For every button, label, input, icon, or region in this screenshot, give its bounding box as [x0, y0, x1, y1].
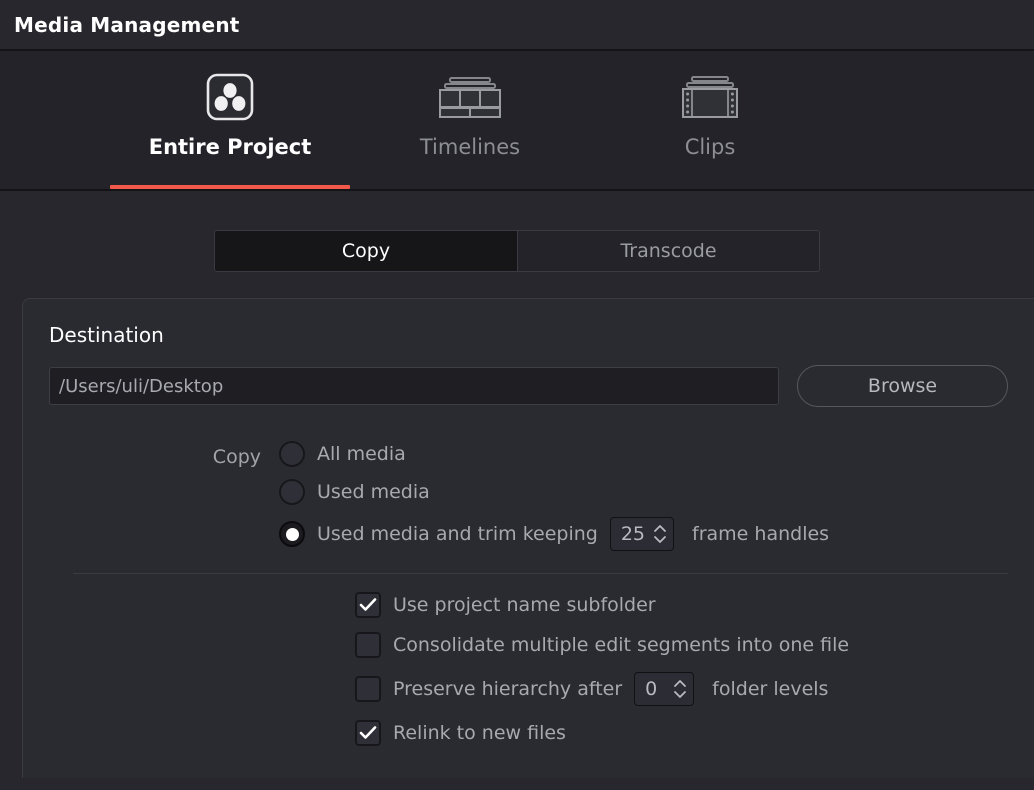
radio-row-used-media[interactable]: Used media: [279, 479, 835, 505]
tab-active-indicator: [110, 185, 350, 189]
copy-options-group: Copy All media Used media Used media and…: [49, 441, 1008, 551]
resolve-logo-icon: [206, 67, 254, 127]
window-title: Media Management: [14, 12, 240, 37]
copy-checkbox-list: Use project name subfolder Consolidate m…: [49, 592, 1008, 746]
chevron-up-icon: [654, 525, 666, 532]
browse-button[interactable]: Browse: [797, 365, 1008, 407]
destination-path-input[interactable]: /Users/uli/Desktop: [49, 367, 779, 405]
mode-transcode-button[interactable]: Transcode: [517, 231, 819, 271]
radio-all-media[interactable]: [279, 441, 305, 467]
checkbox-use-project-name-subfolder-label: Use project name subfolder: [393, 594, 656, 616]
checkbox-row-relink[interactable]: Relink to new files: [355, 720, 1008, 746]
checkbox-row-preserve-hierarchy[interactable]: Preserve hierarchy after 0 folder levels: [355, 672, 1008, 706]
radio-used-media[interactable]: [279, 479, 305, 505]
tab-entire-project[interactable]: Entire Project: [110, 51, 350, 189]
mode-segmented-control: Copy Transcode: [214, 230, 820, 272]
clips-icon: [679, 67, 741, 127]
copy-options-list: All media Used media Used media and trim…: [279, 441, 835, 551]
frame-handles-suffix-label: frame handles: [692, 523, 830, 545]
checkbox-preserve-hierarchy-label: Preserve hierarchy after: [393, 678, 623, 700]
chevron-down-icon: [674, 691, 687, 698]
folder-levels-stepper-arrows[interactable]: [673, 679, 687, 699]
tab-timelines-label: Timelines: [419, 135, 521, 159]
radio-row-all-media[interactable]: All media: [279, 441, 835, 467]
mode-copy-button[interactable]: Copy: [215, 231, 517, 271]
checkbox-consolidate-segments[interactable]: [355, 632, 381, 658]
frame-handles-stepper[interactable]: 25: [609, 517, 675, 551]
check-icon: [359, 598, 377, 611]
folder-levels-stepper[interactable]: 0: [634, 672, 695, 706]
check-icon: [359, 726, 377, 739]
checkbox-row-consolidate[interactable]: Consolidate multiple edit segments into …: [355, 632, 1008, 658]
settings-panel: Destination /Users/uli/Desktop Browse Co…: [22, 298, 1034, 778]
chevron-up-icon: [674, 680, 687, 687]
frame-handles-value: 25: [620, 523, 646, 545]
radio-all-media-label: All media: [317, 443, 406, 465]
timelines-icon: [437, 67, 503, 127]
checkbox-row-project-subfolder[interactable]: Use project name subfolder: [355, 592, 1008, 618]
folder-levels-value: 0: [645, 678, 658, 700]
radio-used-media-trim[interactable]: [279, 521, 305, 547]
radio-used-media-label: Used media: [317, 481, 430, 503]
checkbox-use-project-name-subfolder[interactable]: [355, 592, 381, 618]
options-divider: [73, 573, 1008, 574]
tab-timelines[interactable]: Timelines: [350, 51, 590, 189]
destination-section-title: Destination: [49, 323, 164, 347]
chevron-down-icon: [654, 536, 666, 543]
tab-bar: Entire Project Timelines Clips: [0, 51, 1034, 191]
tab-clips-label: Clips: [684, 135, 736, 159]
tab-clips[interactable]: Clips: [590, 51, 830, 189]
folder-levels-suffix-label: folder levels: [712, 678, 829, 700]
checkbox-relink-to-new-files-label: Relink to new files: [393, 722, 566, 744]
mode-selector: Copy Transcode: [0, 191, 1034, 272]
tab-entire-project-label: Entire Project: [148, 135, 312, 159]
destination-row: /Users/uli/Desktop Browse: [49, 365, 1008, 407]
copy-options-label: Copy: [212, 446, 261, 468]
checkbox-consolidate-segments-label: Consolidate multiple edit segments into …: [393, 634, 850, 656]
radio-used-media-trim-label: Used media and trim keeping: [317, 523, 598, 545]
window-titlebar: Media Management: [0, 0, 1034, 51]
frame-handles-stepper-arrows[interactable]: [653, 524, 667, 544]
radio-row-used-media-trim[interactable]: Used media and trim keeping 25 frame han…: [279, 517, 835, 551]
checkbox-preserve-hierarchy[interactable]: [355, 676, 381, 702]
checkbox-relink-to-new-files[interactable]: [355, 720, 381, 746]
